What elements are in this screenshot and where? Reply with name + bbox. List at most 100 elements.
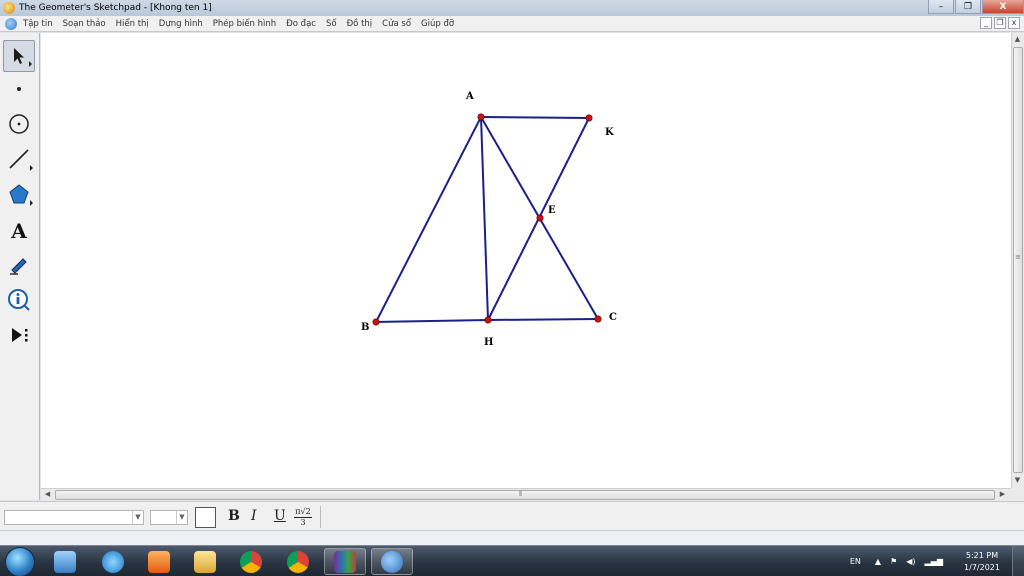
taskbar-chrome-beta[interactable] xyxy=(230,548,272,575)
window-title: The Geometer's Sketchpad - [Khong ten 1] xyxy=(19,3,212,13)
doc-minimize-button[interactable]: _ xyxy=(980,17,992,29)
selection-arrow-tool[interactable] xyxy=(3,40,35,72)
italic-button[interactable]: I xyxy=(251,508,257,524)
compass-tool[interactable] xyxy=(3,108,35,140)
marker-icon xyxy=(10,258,27,275)
geometers-sketchpad-icon xyxy=(381,550,403,573)
selection-arrow-icon xyxy=(14,48,24,64)
toolbar-divider xyxy=(320,506,321,528)
scroll-corner xyxy=(1011,488,1024,501)
polygon-tool[interactable] xyxy=(3,178,35,210)
menu-display[interactable]: Hiển thị xyxy=(116,19,149,29)
clock-date: 1/7/2021 xyxy=(964,562,1000,572)
segment-hc[interactable] xyxy=(487,318,599,321)
taskbar-media-player[interactable] xyxy=(138,548,180,575)
action-center-flag-icon[interactable]: ⚑ xyxy=(890,557,897,566)
system-tray: EN ▲ ⚑ ◀) ▂▄▆ 5:21 PM 1/7/2021 xyxy=(850,546,1024,576)
underline-button[interactable]: U xyxy=(274,508,286,524)
menu-file[interactable]: Tập tin xyxy=(23,19,53,29)
menu-measure[interactable]: Đo đạc xyxy=(286,19,316,29)
scroll-left-arrow-icon[interactable]: ◀ xyxy=(42,489,53,500)
horizontal-scroll-thumb[interactable] xyxy=(55,490,995,500)
point-h[interactable] xyxy=(484,316,492,324)
menu-window[interactable]: Cửa sổ xyxy=(382,19,411,29)
horizontal-scrollbar[interactable]: ◀ ⦀ ▶ xyxy=(41,488,1011,501)
marker-tool[interactable] xyxy=(3,249,35,281)
close-button[interactable]: X xyxy=(982,0,1024,14)
text-tool-icon: A xyxy=(11,219,27,243)
tool-submenu-indicator xyxy=(29,61,32,67)
segment-ah[interactable] xyxy=(480,116,489,321)
point-label-b[interactable]: B xyxy=(361,322,369,333)
toolbox: A xyxy=(0,33,40,500)
custom-tools-tool[interactable] xyxy=(3,319,35,351)
volume-icon[interactable]: ◀) xyxy=(906,557,915,566)
document-icon[interactable] xyxy=(5,17,17,30)
winrar-icon xyxy=(334,550,356,573)
point-tool[interactable] xyxy=(3,73,35,105)
taskbar-windows-explorer[interactable] xyxy=(44,548,86,575)
language-indicator[interactable]: EN xyxy=(850,557,861,566)
network-signal-icon[interactable]: ▂▄▆ xyxy=(925,557,943,566)
taskbar-file-manager[interactable] xyxy=(184,548,226,575)
title-bar: The Geometer's Sketchpad - [Khong ten 1]… xyxy=(0,0,1024,16)
clock-time: 5:21 PM xyxy=(965,550,999,560)
point-c[interactable] xyxy=(594,315,602,323)
segment-ab[interactable] xyxy=(375,116,482,323)
status-strip xyxy=(0,531,1024,545)
taskbar-internet-explorer[interactable] xyxy=(92,548,134,575)
taskbar-chrome[interactable] xyxy=(277,548,319,575)
information-icon xyxy=(8,289,30,311)
start-button[interactable] xyxy=(5,547,35,576)
math-format-button[interactable]: π√2 3 xyxy=(294,507,312,528)
grip-icon: ⦀ xyxy=(519,490,523,498)
menu-construct[interactable]: Dựng hình xyxy=(159,19,203,29)
scroll-up-arrow-icon[interactable]: ▲ xyxy=(1012,34,1023,45)
scroll-down-arrow-icon[interactable]: ▼ xyxy=(1012,475,1023,486)
screen: The Geometer's Sketchpad - [Khong ten 1]… xyxy=(0,0,1024,576)
clock[interactable]: 5:21 PM 1/7/2021 xyxy=(952,550,1012,574)
menu-edit[interactable]: Soạn thảo xyxy=(63,19,106,29)
text-color-swatch[interactable] xyxy=(195,507,216,528)
information-tool[interactable] xyxy=(3,284,35,316)
point-a[interactable] xyxy=(477,113,485,121)
font-size-select[interactable]: ▼ xyxy=(150,510,188,525)
doc-close-button[interactable]: x xyxy=(1008,17,1020,29)
windows-taskbar: EN ▲ ⚑ ◀) ▂▄▆ 5:21 PM 1/7/2021 xyxy=(0,545,1024,576)
menu-transform[interactable]: Phép biến hình xyxy=(213,19,276,29)
point-k[interactable] xyxy=(585,114,593,122)
segment-ak[interactable] xyxy=(480,116,590,119)
tool-submenu-indicator xyxy=(30,200,33,206)
bold-button[interactable]: B xyxy=(228,508,240,524)
point-label-e[interactable]: E xyxy=(548,205,556,216)
scroll-right-arrow-icon[interactable]: ▶ xyxy=(997,489,1008,500)
taskbar-geometers-sketchpad[interactable] xyxy=(371,548,413,575)
font-family-select[interactable]: ▼ xyxy=(4,510,144,525)
doc-restore-button[interactable]: ❐ xyxy=(994,17,1006,29)
point-icon xyxy=(17,87,21,91)
taskbar-winrar[interactable] xyxy=(324,548,366,575)
restore-button[interactable]: ❐ xyxy=(955,0,981,14)
chevron-down-icon[interactable]: ▼ xyxy=(132,511,143,524)
chevron-down-icon[interactable]: ▼ xyxy=(176,511,187,524)
straightedge-tool[interactable] xyxy=(3,143,35,175)
point-label-k[interactable]: K xyxy=(605,127,614,138)
text-tool[interactable]: A xyxy=(3,215,35,247)
text-style-toolbar: ▼ ▼ B I U π√2 3 xyxy=(0,501,1024,531)
point-label-a[interactable]: A xyxy=(465,91,474,102)
point-label-h[interactable]: H xyxy=(484,337,493,348)
point-label-c[interactable]: C xyxy=(609,312,617,323)
point-b[interactable] xyxy=(372,318,380,326)
sketch-canvas[interactable]: A K E B H C xyxy=(41,33,1011,488)
menu-help[interactable]: Giúp đỡ xyxy=(421,19,454,29)
segment-bh[interactable] xyxy=(375,319,489,323)
chrome-icon xyxy=(287,550,309,573)
menu-graph[interactable]: Đồ thị xyxy=(347,19,373,29)
window-controls: – ❐ X xyxy=(927,0,1024,16)
minimize-button[interactable]: – xyxy=(928,0,954,14)
menu-number[interactable]: Số xyxy=(326,19,337,29)
vertical-scrollbar[interactable]: ▲ ≡ ▼ xyxy=(1011,33,1024,488)
point-e[interactable] xyxy=(536,214,544,222)
show-hidden-icons-icon[interactable]: ▲ xyxy=(875,557,881,566)
show-desktop-button[interactable] xyxy=(1012,546,1024,576)
